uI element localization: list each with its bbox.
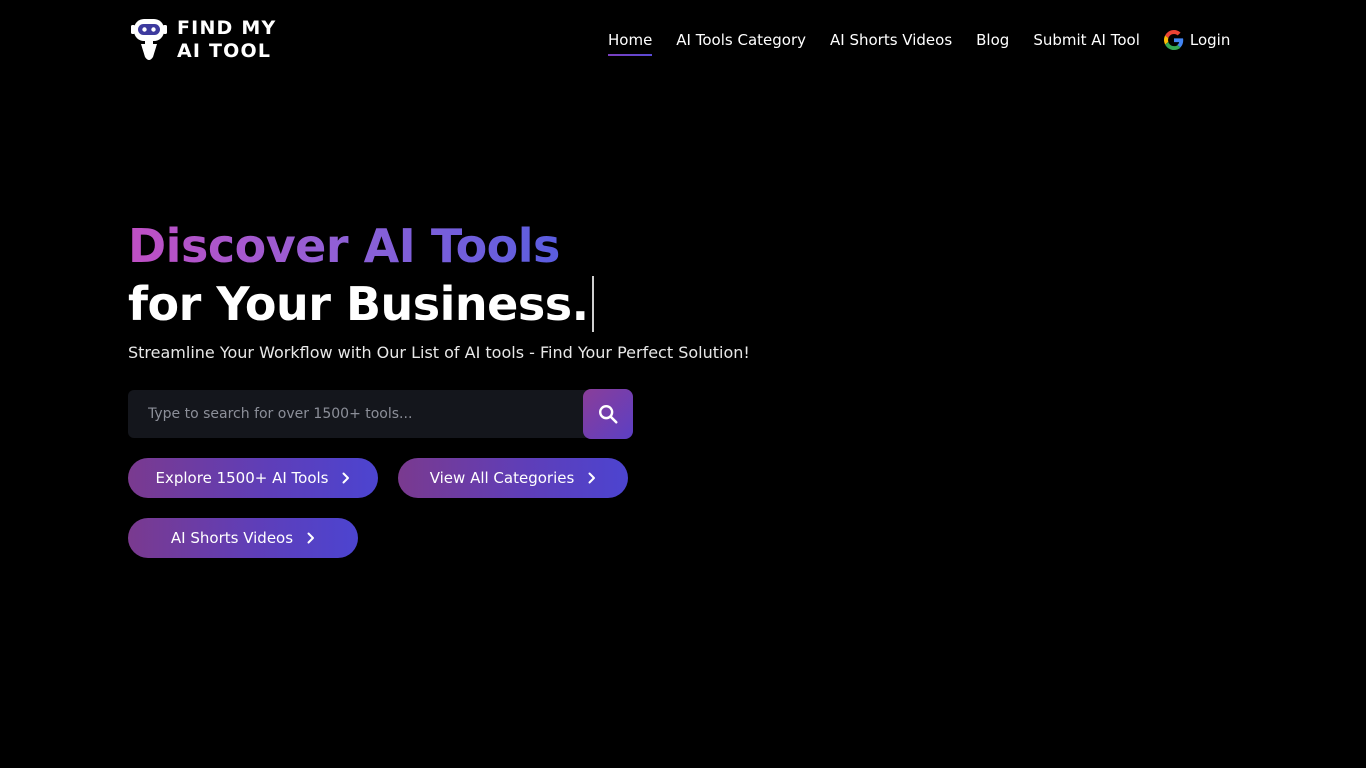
search-input[interactable]: [128, 390, 598, 438]
search-icon: [599, 405, 618, 424]
chevron-right-icon: [307, 532, 315, 544]
chevron-right-icon: [588, 472, 596, 484]
nav-home[interactable]: Home: [608, 28, 653, 56]
search-button[interactable]: [583, 389, 633, 439]
view-categories-button[interactable]: View All Categories: [398, 458, 628, 498]
hero-section: Discover AI Tools for Your Business. Str…: [128, 216, 750, 364]
site-logo[interactable]: FIND MY AI TOOL: [130, 17, 276, 63]
typing-caret: [591, 276, 594, 332]
hero-headline-plain: for Your Business.: [128, 276, 750, 332]
nav-blog[interactable]: Blog: [976, 28, 1009, 52]
hero-headline-gradient: Discover AI Tools: [128, 216, 560, 276]
nav-submit-ai-tool[interactable]: Submit AI Tool: [1033, 28, 1140, 52]
brand-name-line1: FIND MY: [177, 17, 277, 39]
main-nav: Home AI Tools Category AI Shorts Videos …: [608, 28, 1231, 56]
nav-ai-tools-category[interactable]: AI Tools Category: [676, 28, 806, 52]
search-bar: [128, 389, 633, 439]
explore-tools-button[interactable]: Explore 1500+ AI Tools: [128, 458, 378, 498]
nav-ai-shorts-videos[interactable]: AI Shorts Videos: [830, 28, 952, 52]
login-button[interactable]: Login: [1163, 28, 1231, 52]
ai-shorts-videos-label: AI Shorts Videos: [170, 529, 294, 547]
google-icon: [1163, 30, 1184, 50]
view-categories-label: View All Categories: [429, 469, 575, 487]
brand-name-line2: AI TOOL: [177, 40, 272, 62]
hero-headline-plain-text: for Your Business.: [128, 277, 589, 331]
site-header: FIND MY AI TOOL Home AI Tools Category A…: [0, 0, 1366, 80]
robot-icon: [131, 19, 167, 60]
explore-tools-label: Explore 1500+ AI Tools: [155, 469, 329, 487]
brand-name: FIND MY AI TOOL: [177, 17, 276, 63]
chevron-right-icon: [342, 472, 350, 484]
login-label: Login: [1189, 31, 1231, 49]
ai-shorts-videos-button[interactable]: AI Shorts Videos: [128, 518, 358, 558]
hero-subtitle: Streamline Your Workflow with Our List o…: [128, 343, 750, 362]
